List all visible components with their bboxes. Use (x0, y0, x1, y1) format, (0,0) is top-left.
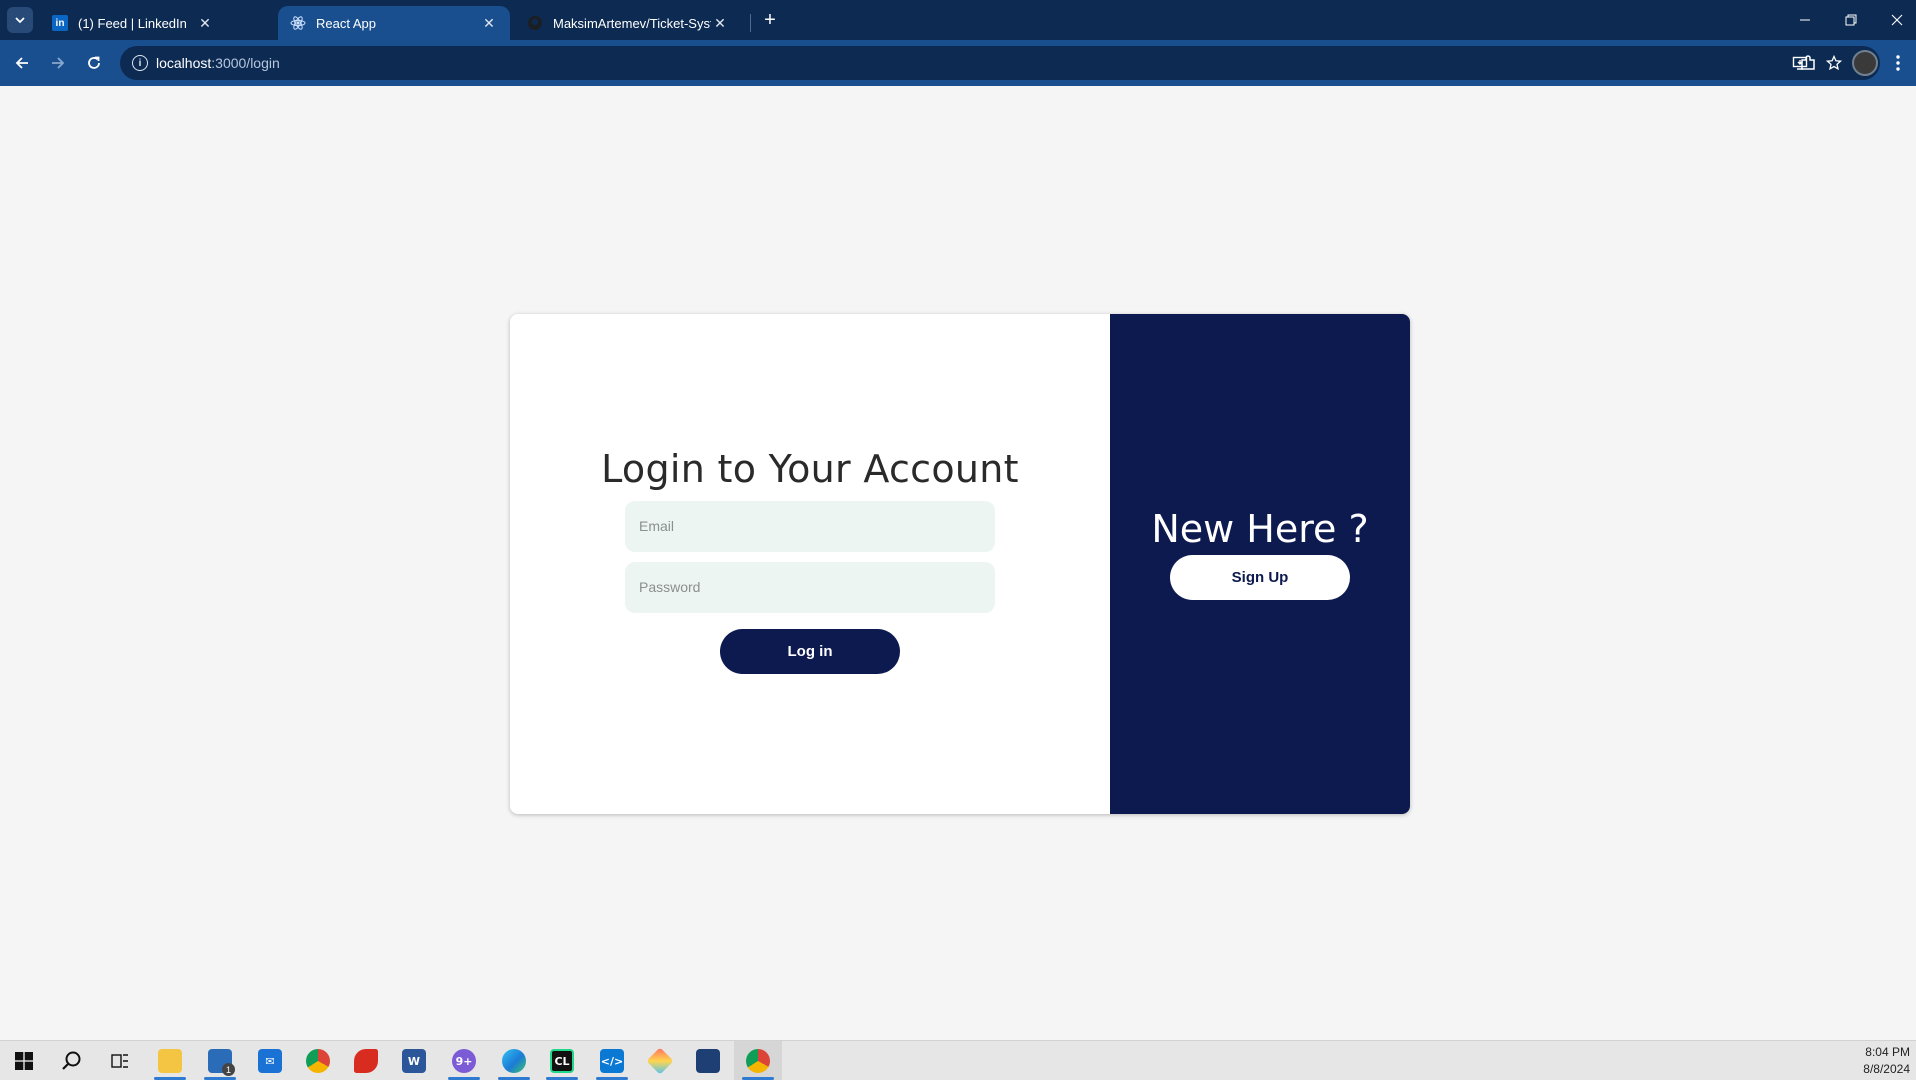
browser-toolbar: i localhost:3000/login (0, 40, 1916, 86)
restore-button[interactable] (1828, 0, 1874, 40)
taskbar-virtualbox[interactable] (684, 1041, 732, 1080)
github-icon (527, 15, 543, 31)
browser-tab-strip: in (1) Feed | LinkedIn ✕ React App ✕ Mak… (0, 0, 1916, 40)
word-icon: W (402, 1049, 426, 1073)
arrow-left-icon (15, 57, 28, 69)
tab-react-app[interactable]: React App ✕ (278, 6, 510, 40)
react-icon (290, 15, 306, 31)
taskbar-messenger[interactable]: 9+ (440, 1041, 488, 1080)
vscode-icon: </> (600, 1049, 624, 1073)
folder-icon (158, 1049, 182, 1073)
taskbar-word[interactable]: W (390, 1041, 438, 1080)
taskbar-git-tool[interactable] (636, 1041, 684, 1080)
close-icon (1891, 14, 1903, 26)
address-bar[interactable]: i localhost:3000/login (120, 46, 1880, 80)
taskbar-edge[interactable] (490, 1041, 538, 1080)
tab-title: React App (316, 15, 376, 31)
password-field[interactable] (625, 561, 995, 613)
chrome-icon (306, 1049, 330, 1073)
taskbar-chrome-active[interactable] (734, 1041, 782, 1080)
task-view-icon (111, 1054, 128, 1068)
extensions-icon[interactable] (1795, 50, 1821, 76)
restore-icon (1845, 14, 1857, 26)
email-field[interactable] (625, 500, 995, 552)
windows-taskbar: 1 ✉ W 9+ CL </> 8:04 PM 8/8/2024 (0, 1040, 1916, 1080)
tab-linkedin[interactable]: in (1) Feed | LinkedIn ✕ (40, 6, 226, 40)
site-info-icon[interactable]: i (132, 55, 148, 71)
back-button[interactable] (8, 49, 36, 77)
mail-icon: ✉ (258, 1049, 282, 1073)
close-icon[interactable]: ✕ (711, 14, 729, 32)
clock-time: 8:04 PM (1865, 1045, 1910, 1059)
windows-start-icon (15, 1052, 33, 1070)
tab-separator (750, 14, 751, 32)
login-button[interactable]: Log in (720, 628, 900, 674)
profile-avatar[interactable] (1852, 50, 1878, 76)
taskbar-store[interactable]: 1 (196, 1041, 244, 1080)
close-window-button[interactable] (1874, 0, 1916, 40)
signup-heading: New Here ? (1151, 506, 1369, 551)
chat-icon: 9+ (452, 1049, 476, 1073)
chrome-icon (746, 1049, 770, 1073)
tab-github[interactable]: MaksimArtemev/Ticket-System ✕ (515, 6, 741, 40)
chevron-down-icon (15, 17, 25, 24)
start-button[interactable] (0, 1041, 48, 1080)
forward-button[interactable] (44, 49, 72, 77)
arrow-right-icon (52, 57, 65, 69)
signup-pane: New Here ? Sign Up (1110, 314, 1410, 814)
edge-icon (502, 1049, 526, 1073)
diamond-icon (646, 1047, 674, 1075)
taskbar-clion[interactable]: CL (538, 1041, 586, 1080)
login-heading: Login to Your Account (601, 446, 1019, 491)
task-view-button[interactable] (96, 1041, 144, 1080)
clock-date: 8/8/2024 (1863, 1062, 1910, 1076)
menu-kebab-icon[interactable] (1885, 50, 1911, 76)
taskbar-redis[interactable] (342, 1041, 390, 1080)
linkedin-icon: in (52, 15, 68, 31)
url-text: localhost:3000/login (156, 55, 280, 71)
cube-icon (696, 1049, 720, 1073)
taskbar-file-explorer[interactable] (146, 1041, 194, 1080)
tab-search-button[interactable] (7, 7, 33, 33)
clion-icon: CL (550, 1049, 574, 1073)
system-clock[interactable]: 8:04 PM 8/8/2024 (1863, 1044, 1910, 1078)
tab-title: (1) Feed | LinkedIn (78, 15, 187, 31)
close-icon[interactable]: ✕ (196, 14, 214, 32)
close-icon[interactable]: ✕ (480, 14, 498, 32)
taskbar-vscode[interactable]: </> (588, 1041, 636, 1080)
search-icon (62, 1051, 81, 1070)
minimize-icon (1800, 19, 1810, 21)
redis-icon (354, 1049, 378, 1073)
reload-button[interactable] (80, 49, 108, 77)
reload-icon (88, 56, 100, 69)
new-tab-button[interactable]: + (758, 8, 782, 32)
bookmark-star-icon[interactable] (1824, 53, 1844, 73)
signup-button[interactable]: Sign Up (1170, 554, 1350, 600)
store-badge: 1 (222, 1063, 235, 1076)
auth-card: Login to Your Account Log in New Here ? … (510, 314, 1410, 814)
taskbar-chrome[interactable] (294, 1041, 342, 1080)
login-pane: Login to Your Account Log in (510, 314, 1110, 814)
taskbar-mail[interactable]: ✉ (246, 1041, 294, 1080)
taskbar-search-button[interactable] (48, 1041, 96, 1080)
minimize-button[interactable] (1782, 0, 1828, 40)
tab-title: MaksimArtemev/Ticket-System (553, 15, 711, 31)
